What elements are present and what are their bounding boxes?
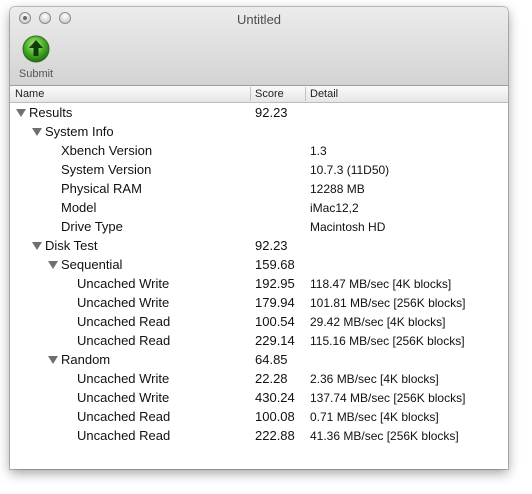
column-header-detail[interactable]: Detail (310, 88, 338, 100)
table-row[interactable]: Uncached Write 192.95 118.47 MB/sec [4K bl… (10, 274, 508, 293)
table-row[interactable]: Uncached Read 100.54 29.42 MB/sec [4K bloc… (10, 312, 508, 331)
row-name: Xbench Version (61, 143, 153, 158)
upload-arrow-icon (22, 35, 50, 63)
row-detail: 2.36 MB/sec [4K blocks] (310, 372, 439, 386)
row-score: 64.85 (255, 352, 288, 367)
disclosure-triangle-icon[interactable] (48, 261, 58, 269)
table-row[interactable]: System Info (10, 122, 508, 141)
table-row[interactable]: Uncached Write 430.24 137.74 MB/sec [256K … (10, 388, 508, 407)
table-row[interactable]: Model iMac12,2 (10, 198, 508, 217)
row-detail: 118.47 MB/sec [4K blocks] (310, 277, 452, 291)
window-title: Untitled (236, 12, 282, 27)
row-detail: 41.36 MB/sec [256K blocks] (310, 429, 459, 443)
row-detail: 101.81 MB/sec [256K blocks] (310, 296, 466, 310)
row-score: 100.54 (255, 314, 295, 329)
submit-button[interactable]: Submit (14, 35, 58, 83)
row-name: Uncached Read (77, 409, 171, 424)
column-header-name[interactable]: Name (15, 88, 44, 100)
table-row[interactable]: Physical RAM 12288 MB (10, 179, 508, 198)
row-name: Uncached Write (77, 276, 170, 291)
column-divider[interactable] (250, 87, 251, 101)
row-name: Uncached Write (77, 371, 170, 386)
disclosure-triangle-icon[interactable] (48, 356, 58, 364)
row-name: Sequential (61, 257, 123, 272)
row-detail: 12288 MB (310, 182, 365, 196)
row-detail: 10.7.3 (11D50) (310, 163, 390, 177)
app-window: Untitled Submit Name Score Detail Result… (10, 7, 508, 469)
table-row[interactable]: System Version 10.7.3 (11D50) (10, 160, 508, 179)
table-row[interactable]: Drive Type Macintosh HD (10, 217, 508, 236)
row-name: Random (61, 352, 111, 367)
row-name: System Version (61, 162, 152, 177)
table-row[interactable]: Uncached Write 22.28 2.36 MB/sec [4K block… (10, 369, 508, 388)
submit-label: Submit (18, 68, 54, 80)
row-score: 100.08 (255, 409, 295, 424)
row-score: 92.23 (255, 238, 288, 253)
row-score: 192.95 (255, 276, 295, 291)
row-name: Uncached Write (77, 390, 170, 405)
disclosure-triangle-icon[interactable] (16, 109, 26, 117)
row-detail: 115.16 MB/sec [256K blocks] (310, 334, 465, 348)
column-divider[interactable] (305, 87, 306, 101)
row-name: Drive Type (61, 219, 123, 234)
row-score: 159.68 (255, 257, 295, 272)
table-row[interactable]: Random 64.85 (10, 350, 508, 369)
table-row[interactable]: Uncached Write 179.94 101.81 MB/sec [256K … (10, 293, 508, 312)
table-row[interactable]: Disk Test 92.23 (10, 236, 508, 255)
row-detail: Macintosh HD (310, 220, 386, 234)
row-score: 222.88 (255, 428, 295, 443)
column-header-score[interactable]: Score (255, 88, 284, 100)
table-row[interactable]: Uncached Read 229.14 115.16 MB/sec [256K b… (10, 331, 508, 350)
table-header: Name Score Detail (10, 86, 508, 103)
disclosure-triangle-icon[interactable] (32, 242, 42, 250)
row-detail: 0.71 MB/sec [4K blocks] (310, 410, 439, 424)
table-row[interactable]: Uncached Read 100.08 0.71 MB/sec [4K block… (10, 407, 508, 426)
row-score: 22.28 (255, 371, 288, 386)
row-name: Disk Test (45, 238, 98, 253)
row-name: Uncached Read (77, 314, 171, 329)
row-detail: 1.3 (310, 144, 327, 158)
row-name: Uncached Read (77, 333, 171, 348)
row-detail: 137.74 MB/sec [256K blocks] (310, 391, 466, 405)
row-detail: 29.42 MB/sec [4K blocks] (310, 315, 446, 329)
row-name: Uncached Write (77, 295, 170, 310)
row-score: 430.24 (255, 390, 295, 405)
row-score: 229.14 (255, 333, 295, 348)
table-row[interactable]: Uncached Read 222.88 41.36 MB/sec [256K bl… (10, 426, 508, 445)
row-score: 179.94 (255, 295, 295, 310)
table-row[interactable]: Xbench Version 1.3 (10, 141, 508, 160)
row-score: 92.23 (255, 105, 288, 120)
titlebar: Untitled Submit (10, 7, 508, 86)
disclosure-triangle-icon[interactable] (32, 128, 42, 136)
row-name: Uncached Read (77, 428, 171, 443)
row-detail: iMac12,2 (310, 201, 359, 215)
table-row[interactable]: Sequential 159.68 (10, 255, 508, 274)
table-row[interactable]: Results 92.23 (10, 103, 508, 122)
row-name: Model (61, 200, 97, 215)
row-name: System Info (45, 124, 114, 139)
row-name: Physical RAM (61, 181, 142, 196)
row-name: Results (29, 105, 73, 120)
